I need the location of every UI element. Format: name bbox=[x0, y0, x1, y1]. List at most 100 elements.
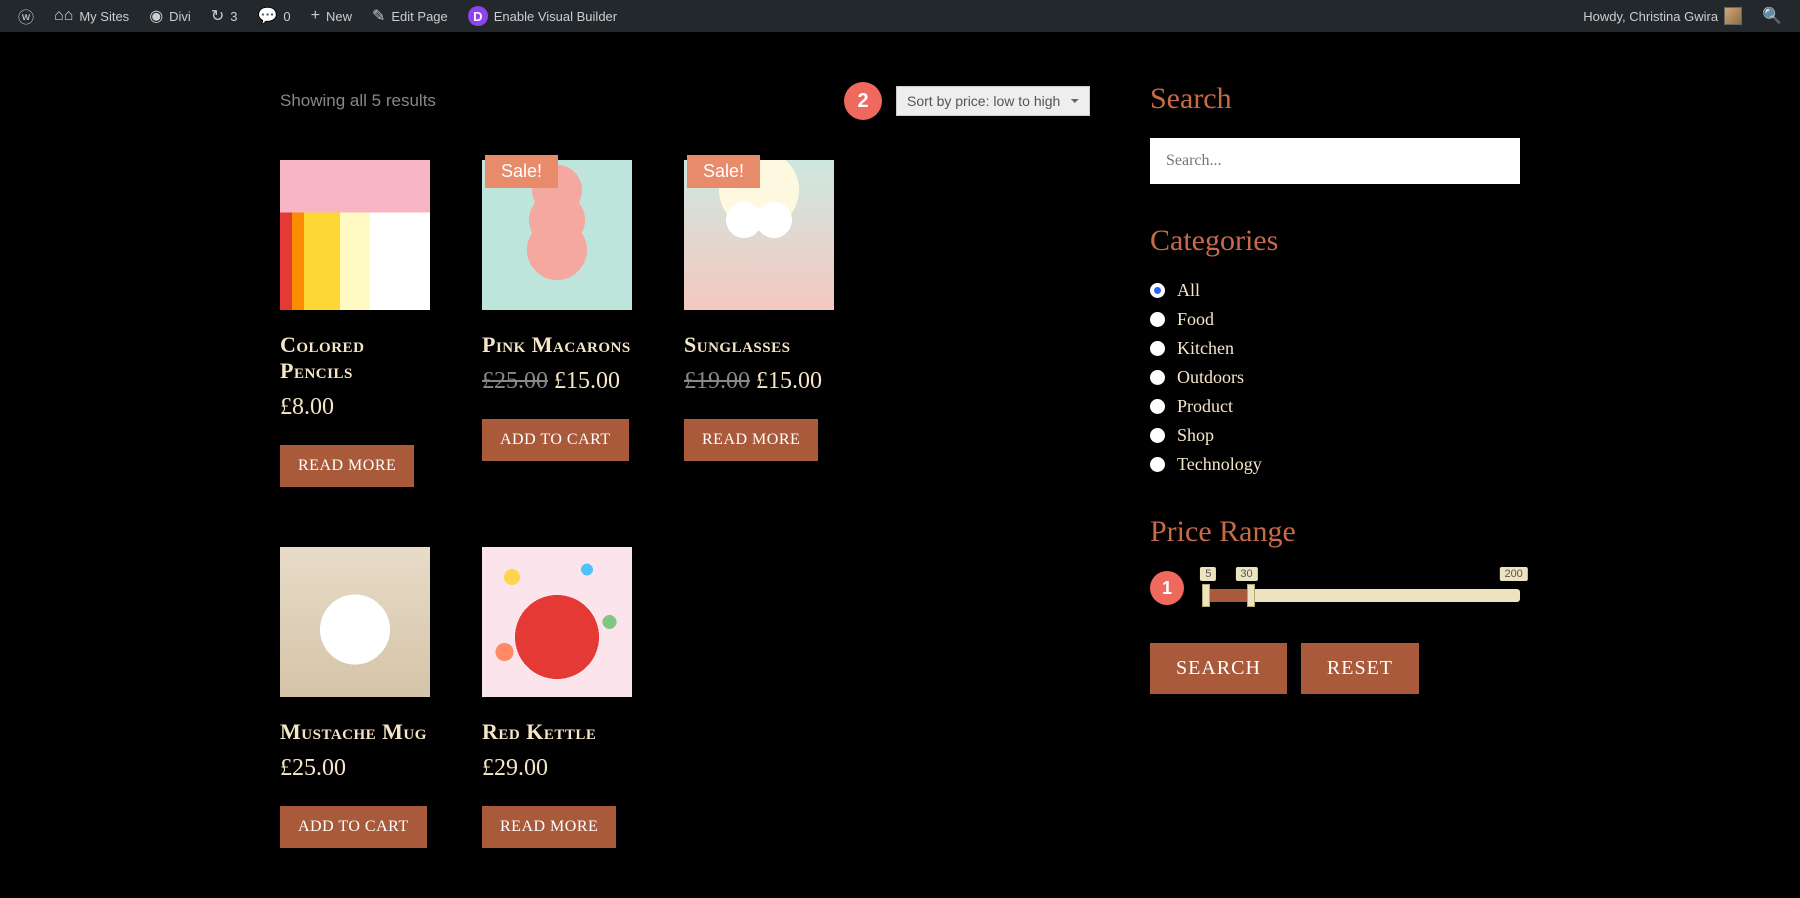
comments-count: 0 bbox=[283, 9, 290, 24]
product-price: £19.00£15.00 bbox=[684, 368, 834, 395]
search-input[interactable] bbox=[1150, 138, 1520, 184]
product-card: Red Kettle £29.00 READ MORE bbox=[482, 547, 632, 848]
refresh-icon: ↻ bbox=[211, 6, 224, 26]
comments[interactable]: 💬0 bbox=[247, 0, 300, 32]
category-label: Product bbox=[1177, 396, 1233, 417]
visual-builder[interactable]: D Enable Visual Builder bbox=[458, 0, 627, 32]
visual-builder-label: Enable Visual Builder bbox=[494, 9, 617, 24]
add-to-cart-button[interactable]: ADD TO CART bbox=[280, 806, 427, 848]
updates[interactable]: ↻3 bbox=[201, 0, 248, 32]
page-container: Showing all 5 results 2 Sort by price: l… bbox=[0, 32, 1800, 898]
reset-button[interactable]: RESET bbox=[1301, 643, 1419, 694]
product-price: £29.00 bbox=[482, 755, 632, 782]
read-more-button[interactable]: READ MORE bbox=[482, 806, 616, 848]
site-name-label: Divi bbox=[169, 9, 191, 24]
product-image[interactable] bbox=[280, 547, 430, 697]
search-toggle[interactable]: 🔍 bbox=[1752, 0, 1792, 32]
categories-widget: Categories All Food Kitchen Outdoors Pro… bbox=[1150, 224, 1520, 475]
product-card: Sale! Sunglasses £19.00£15.00 READ MORE bbox=[684, 160, 834, 487]
category-item-outdoors[interactable]: Outdoors bbox=[1150, 367, 1520, 388]
product-card: Sale! Pink Macarons £25.00£15.00 ADD TO … bbox=[482, 160, 632, 487]
category-item-product[interactable]: Product bbox=[1150, 396, 1520, 417]
edit-page[interactable]: ✎ Edit Page bbox=[362, 0, 458, 32]
price-slider[interactable]: 5 30 200 bbox=[1202, 571, 1520, 602]
product-title[interactable]: Pink Macarons bbox=[482, 332, 632, 358]
sort-select[interactable]: Sort by price: low to high bbox=[896, 86, 1090, 116]
product-image[interactable] bbox=[280, 160, 430, 310]
product-grid: Colored Pencils £8.00 READ MORE Sale! Pi… bbox=[280, 160, 1090, 848]
results-count: Showing all 5 results bbox=[280, 91, 436, 111]
updates-count: 3 bbox=[230, 9, 237, 24]
annotation-badge-1: 1 bbox=[1150, 571, 1184, 605]
shop-main: Showing all 5 results 2 Sort by price: l… bbox=[280, 82, 1090, 848]
product-card: Colored Pencils £8.00 READ MORE bbox=[280, 160, 430, 487]
slider-high-label: 30 bbox=[1235, 567, 1257, 581]
radio-icon bbox=[1150, 283, 1165, 298]
category-label: Outdoors bbox=[1177, 367, 1244, 388]
slider-handle-high[interactable] bbox=[1247, 584, 1255, 607]
search-button[interactable]: SEARCH bbox=[1150, 643, 1287, 694]
category-item-technology[interactable]: Technology bbox=[1150, 454, 1520, 475]
category-label: Kitchen bbox=[1177, 338, 1234, 359]
comment-icon: 💬 bbox=[257, 6, 277, 26]
product-price: £25.00£15.00 bbox=[482, 368, 632, 395]
slider-handle-low[interactable] bbox=[1202, 584, 1210, 607]
avatar bbox=[1724, 7, 1742, 25]
slider-max-label: 200 bbox=[1499, 567, 1527, 581]
category-label: Food bbox=[1177, 309, 1214, 330]
search-widget: Search bbox=[1150, 82, 1520, 184]
price-range-widget: Price Range 1 5 30 200 SEARCH RESET bbox=[1150, 515, 1520, 694]
slider-track bbox=[1202, 589, 1520, 602]
radio-icon bbox=[1150, 457, 1165, 472]
product-card: Mustache Mug £25.00 ADD TO CART bbox=[280, 547, 430, 848]
read-more-button[interactable]: READ MORE bbox=[280, 445, 414, 487]
admin-bar-left: ⓦ ⌂⌂My Sites ◉Divi ↻3 💬0 +New ✎Edit Page… bbox=[8, 0, 1573, 32]
category-label: Shop bbox=[1177, 425, 1214, 446]
houses-icon: ⌂⌂ bbox=[54, 7, 73, 25]
site-name[interactable]: ◉ Divi bbox=[139, 0, 201, 32]
sale-badge: Sale! bbox=[687, 155, 760, 188]
my-account[interactable]: Howdy, Christina Gwira bbox=[1573, 0, 1752, 32]
shop-sidebar: Search Categories All Food Kitchen Outdo… bbox=[1150, 82, 1520, 848]
read-more-button[interactable]: READ MORE bbox=[684, 419, 818, 461]
price-range-title: Price Range bbox=[1150, 515, 1520, 549]
sale-badge: Sale! bbox=[485, 155, 558, 188]
edit-page-label: Edit Page bbox=[391, 9, 447, 24]
wordpress-icon: ⓦ bbox=[18, 4, 34, 28]
product-title[interactable]: Colored Pencils bbox=[280, 332, 430, 384]
category-item-kitchen[interactable]: Kitchen bbox=[1150, 338, 1520, 359]
radio-icon bbox=[1150, 341, 1165, 356]
wp-admin-bar: ⓦ ⌂⌂My Sites ◉Divi ↻3 💬0 +New ✎Edit Page… bbox=[0, 0, 1800, 32]
category-item-shop[interactable]: Shop bbox=[1150, 425, 1520, 446]
annotation-badge-2: 2 bbox=[844, 82, 882, 120]
radio-icon bbox=[1150, 428, 1165, 443]
product-title[interactable]: Red Kettle bbox=[482, 719, 632, 745]
gauge-icon: ◉ bbox=[149, 6, 163, 26]
categories-title: Categories bbox=[1150, 224, 1520, 258]
product-title[interactable]: Mustache Mug bbox=[280, 719, 430, 745]
category-list: All Food Kitchen Outdoors Product Shop T… bbox=[1150, 280, 1520, 475]
search-icon: 🔍 bbox=[1762, 6, 1782, 26]
add-to-cart-button[interactable]: ADD TO CART bbox=[482, 419, 629, 461]
product-title[interactable]: Sunglasses bbox=[684, 332, 834, 358]
results-row: Showing all 5 results 2 Sort by price: l… bbox=[280, 82, 1090, 120]
wp-logo[interactable]: ⓦ bbox=[8, 0, 44, 32]
product-image[interactable] bbox=[482, 547, 632, 697]
new-content[interactable]: + New bbox=[301, 0, 362, 32]
divi-icon: D bbox=[468, 6, 488, 26]
my-sites[interactable]: ⌂⌂ My Sites bbox=[44, 0, 139, 32]
my-sites-label: My Sites bbox=[79, 9, 129, 24]
category-item-food[interactable]: Food bbox=[1150, 309, 1520, 330]
filter-buttons: SEARCH RESET bbox=[1150, 643, 1520, 694]
product-price: £25.00 bbox=[280, 755, 430, 782]
pencil-icon: ✎ bbox=[372, 6, 385, 26]
plus-icon: + bbox=[311, 7, 320, 25]
admin-bar-right: Howdy, Christina Gwira 🔍 bbox=[1573, 0, 1792, 32]
search-title: Search bbox=[1150, 82, 1520, 116]
howdy-text: Howdy, Christina Gwira bbox=[1583, 9, 1718, 24]
category-item-all[interactable]: All bbox=[1150, 280, 1520, 301]
category-label: All bbox=[1177, 280, 1200, 301]
new-label: New bbox=[326, 9, 352, 24]
range-wrapper: 1 5 30 200 bbox=[1150, 571, 1520, 605]
radio-icon bbox=[1150, 370, 1165, 385]
